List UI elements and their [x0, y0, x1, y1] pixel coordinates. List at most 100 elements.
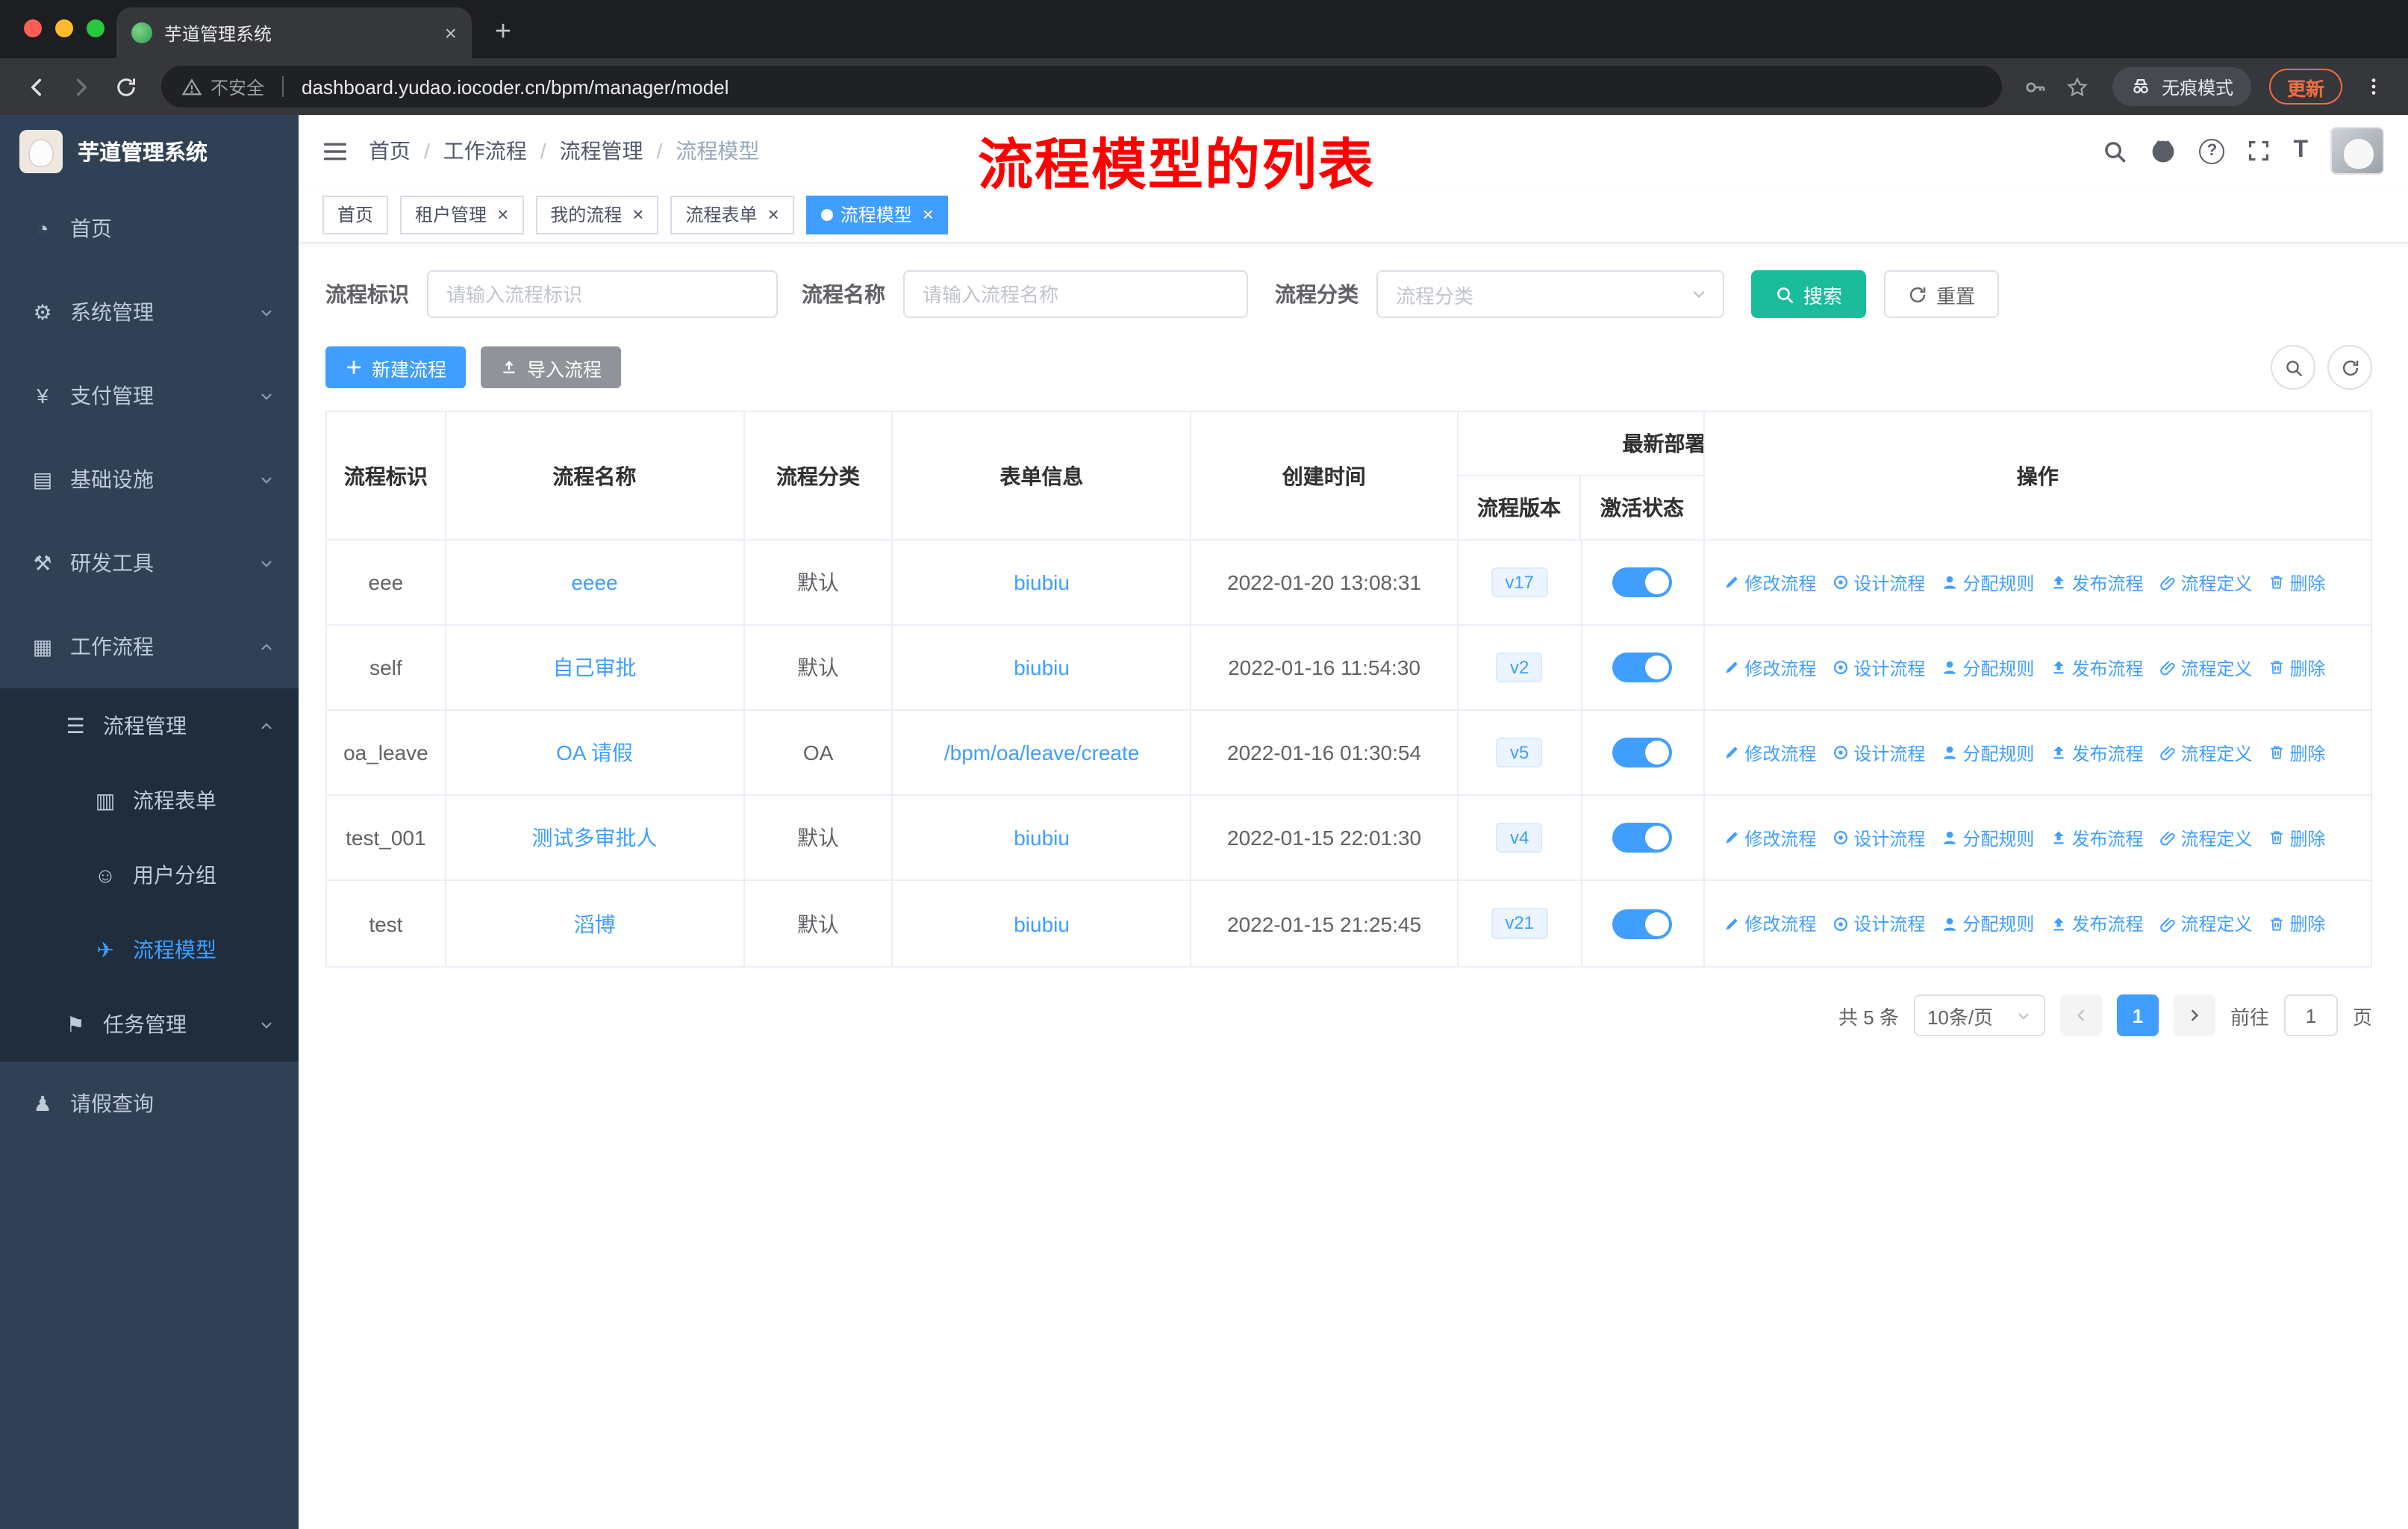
- design-process-link[interactable]: 设计流程: [1831, 825, 1925, 850]
- process-category-select[interactable]: 流程分类: [1376, 270, 1724, 318]
- window-minimize-button[interactable]: [55, 19, 73, 37]
- active-toggle[interactable]: [1612, 653, 1673, 682]
- font-size-icon[interactable]: T: [2293, 137, 2308, 164]
- column-header[interactable]: 流程标识: [327, 412, 446, 541]
- active-toggle[interactable]: [1612, 909, 1673, 938]
- active-toggle[interactable]: [1612, 738, 1673, 767]
- tag-item-3[interactable]: 流程表单 ×: [670, 195, 794, 234]
- back-icon[interactable]: [15, 66, 57, 108]
- window-zoom-button[interactable]: [87, 19, 105, 37]
- edit-process-link[interactable]: 修改流程: [1722, 825, 1816, 850]
- help-icon[interactable]: ?: [2199, 138, 2225, 164]
- edit-process-link[interactable]: 修改流程: [1722, 570, 1816, 595]
- delete-link[interactable]: 删除: [2268, 825, 2326, 850]
- sidebar-item-dev-tools[interactable]: ⚒ 研发工具: [0, 521, 299, 605]
- publish-process-link[interactable]: 发布流程: [2049, 655, 2143, 680]
- sidebar-item-process-model[interactable]: ✈ 流程模型: [0, 912, 299, 987]
- bookmark-star-icon[interactable]: [2059, 67, 2097, 106]
- column-header[interactable]: 流程版本: [1459, 476, 1582, 539]
- update-button[interactable]: 更新: [2268, 69, 2342, 105]
- assign-rule-link[interactable]: 分配规则: [1940, 825, 2034, 850]
- user-avatar[interactable]: [2330, 127, 2384, 175]
- sidebar-item-home[interactable]: ◔ 首页: [0, 187, 299, 270]
- new-tab-button[interactable]: +: [484, 13, 523, 52]
- active-toggle[interactable]: [1612, 567, 1673, 597]
- design-process-link[interactable]: 设计流程: [1831, 655, 1925, 680]
- sidebar-item-user-group[interactable]: ☺ 用户分组: [0, 838, 299, 912]
- sidebar-item-process-manage[interactable]: ☰ 流程管理: [0, 688, 299, 763]
- key-icon[interactable]: [2017, 67, 2056, 106]
- column-header[interactable]: 流程分类: [744, 412, 893, 541]
- search-button[interactable]: 搜索: [1751, 270, 1867, 318]
- fullscreen-icon[interactable]: [2247, 139, 2271, 163]
- design-process-link[interactable]: 设计流程: [1831, 911, 1925, 936]
- column-header[interactable]: 创建时间: [1191, 412, 1459, 541]
- publish-process-link[interactable]: 发布流程: [2049, 740, 2143, 765]
- goto-page-input[interactable]: [2283, 994, 2338, 1036]
- breadcrumb-item[interactable]: 工作流程: [443, 136, 527, 166]
- sidebar-item-task-manage[interactable]: ⚑ 任务管理: [0, 987, 299, 1062]
- delete-link[interactable]: 删除: [2268, 740, 2326, 765]
- process-definition-link[interactable]: 流程定义: [2158, 911, 2253, 936]
- column-header[interactable]: 流程名称: [446, 412, 745, 541]
- reload-icon[interactable]: [105, 66, 146, 108]
- form-info-link[interactable]: biubiu: [1014, 570, 1070, 594]
- import-process-button[interactable]: 导入流程: [481, 346, 622, 388]
- sidebar-item-process-form[interactable]: ▥ 流程表单: [0, 763, 299, 838]
- tag-close-icon[interactable]: ×: [923, 204, 934, 223]
- process-name-link[interactable]: 自己审批: [552, 653, 636, 682]
- browser-tab[interactable]: 芋道管理系统 ×: [116, 7, 472, 58]
- delete-link[interactable]: 删除: [2268, 911, 2326, 936]
- tab-close-icon[interactable]: ×: [445, 22, 457, 43]
- process-definition-link[interactable]: 流程定义: [2158, 570, 2253, 595]
- refresh-table-button[interactable]: [2327, 345, 2372, 390]
- delete-link[interactable]: 删除: [2268, 655, 2326, 680]
- form-info-link[interactable]: biubiu: [1014, 655, 1070, 679]
- assign-rule-link[interactable]: 分配规则: [1940, 655, 2034, 680]
- process-name-input[interactable]: [903, 270, 1248, 318]
- process-name-link[interactable]: eeee: [571, 570, 617, 594]
- reset-button[interactable]: 重置: [1884, 270, 2000, 318]
- address-bar[interactable]: 不安全 dashboard.yudao.iocoder.cn/bpm/manag…: [161, 66, 2002, 108]
- publish-process-link[interactable]: 发布流程: [2049, 825, 2143, 850]
- sidebar-collapse-icon[interactable]: [322, 138, 348, 164]
- tag-close-icon[interactable]: ×: [497, 204, 508, 223]
- edit-process-link[interactable]: 修改流程: [1722, 740, 1816, 765]
- publish-process-link[interactable]: 发布流程: [2049, 570, 2143, 595]
- delete-link[interactable]: 删除: [2268, 570, 2326, 595]
- process-definition-link[interactable]: 流程定义: [2158, 740, 2253, 765]
- sidebar-item-system-manage[interactable]: ⚙ 系统管理: [0, 270, 299, 354]
- tag-item-0[interactable]: 首页: [322, 195, 389, 234]
- sidebar-item-workflow[interactable]: ▦ 工作流程: [0, 605, 299, 688]
- form-info-link[interactable]: biubiu: [1014, 826, 1070, 850]
- column-header[interactable]: 表单信息: [893, 412, 1192, 541]
- page-size-select[interactable]: 10条/页: [1913, 994, 2045, 1036]
- tag-item-1[interactable]: 租户管理 ×: [400, 195, 524, 234]
- show-search-button[interactable]: [2271, 345, 2315, 390]
- page-number-button[interactable]: 1: [2116, 994, 2159, 1036]
- sidebar-item-pay-manage[interactable]: ¥ 支付管理: [0, 354, 299, 437]
- menu-dots-icon[interactable]: [2354, 67, 2393, 106]
- assign-rule-link[interactable]: 分配规则: [1940, 740, 2034, 765]
- edit-process-link[interactable]: 修改流程: [1722, 655, 1816, 680]
- github-icon[interactable]: [2150, 137, 2177, 164]
- tag-close-icon[interactable]: ×: [632, 204, 643, 223]
- publish-process-link[interactable]: 发布流程: [2049, 911, 2143, 936]
- search-icon[interactable]: [2102, 138, 2127, 164]
- active-toggle[interactable]: [1612, 823, 1673, 853]
- forward-icon[interactable]: [60, 66, 102, 108]
- design-process-link[interactable]: 设计流程: [1831, 570, 1925, 595]
- tag-item-4[interactable]: 流程模型 ×: [805, 195, 949, 234]
- form-info-link[interactable]: /bpm/oa/leave/create: [944, 741, 1140, 764]
- next-page-button[interactable]: [2173, 994, 2215, 1036]
- create-process-button[interactable]: 新建流程: [325, 346, 467, 388]
- assign-rule-link[interactable]: 分配规则: [1940, 911, 2034, 936]
- design-process-link[interactable]: 设计流程: [1831, 740, 1925, 765]
- process-name-link[interactable]: 测试多审批人: [531, 823, 657, 853]
- sidebar-item-infrastructure[interactable]: ▤ 基础设施: [0, 437, 299, 521]
- tag-item-2[interactable]: 我的流程 ×: [535, 195, 659, 234]
- prev-page-button[interactable]: [2059, 994, 2102, 1036]
- edit-process-link[interactable]: 修改流程: [1722, 911, 1816, 936]
- breadcrumb-item[interactable]: 首页: [369, 136, 411, 166]
- process-name-link[interactable]: 滔博: [573, 909, 615, 938]
